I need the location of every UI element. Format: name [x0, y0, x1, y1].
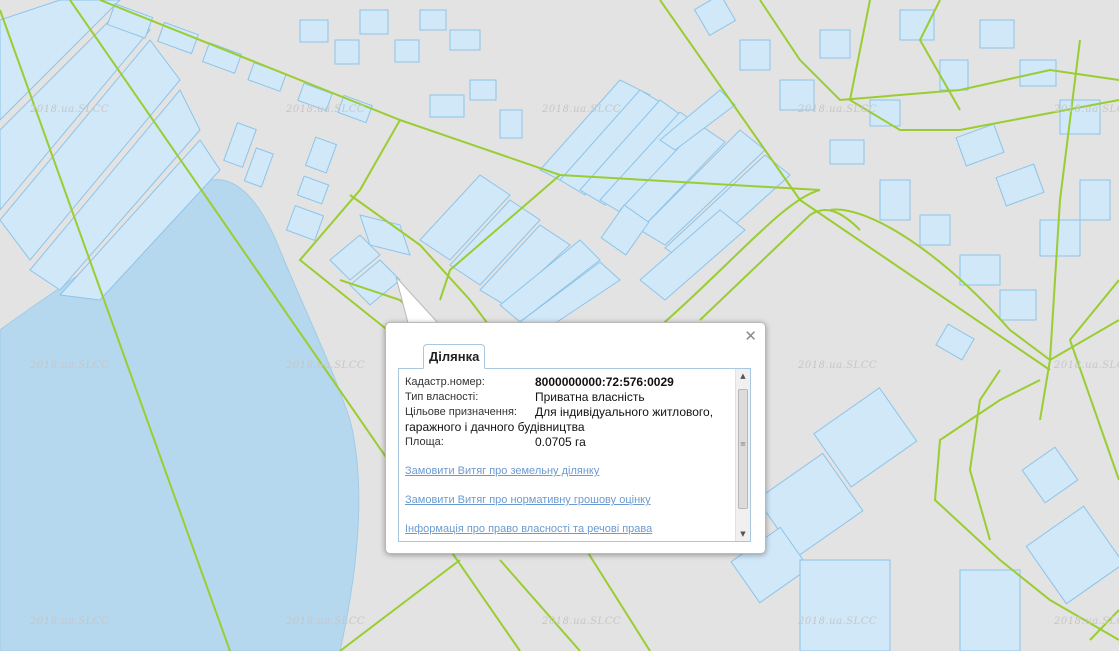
cadastral-value: 8000000000:72:576:0029 — [535, 375, 674, 389]
area-label: Площа: — [405, 436, 444, 448]
purpose-value: Для індивідуального житлового, — [535, 405, 714, 419]
popup-scrollbar[interactable]: ▲ ≡ ▼ — [735, 369, 750, 541]
ownership-info-link[interactable]: Інформація про право власності та речові… — [405, 522, 735, 537]
order-parcel-extract-link[interactable]: Замовити Витяг про земельну ділянку — [405, 464, 735, 479]
parcel-info-content: Кадастр.номер: 8000000000:72:576:0029 Ти… — [405, 375, 735, 537]
purpose-row: Цільове призначення: Для індивідуального… — [405, 405, 735, 420]
scroll-thumb[interactable]: ≡ — [738, 389, 748, 509]
ownership-label: Тип власності: — [405, 391, 479, 403]
purpose-value-continued: гаражного і дачного будівництва — [405, 420, 585, 434]
cadastral-label: Кадастр.номер: — [405, 376, 485, 388]
parcel-info-panel: Кадастр.номер: 8000000000:72:576:0029 Ти… — [398, 368, 751, 542]
popup-pointer — [395, 276, 440, 324]
tab-parcel[interactable]: Ділянка — [423, 344, 486, 369]
order-valuation-extract-link[interactable]: Замовити Витяг про нормативну грошову оц… — [405, 493, 735, 508]
area-value: 0.0705 га — [535, 435, 586, 449]
ownership-value: Приватна власність — [535, 390, 645, 404]
grip-icon: ≡ — [740, 440, 746, 448]
purpose-label: Цільове призначення: — [405, 406, 517, 418]
scroll-down-arrow-icon[interactable]: ▼ — [736, 527, 750, 541]
area-row: Площа: 0.0705 га — [405, 435, 735, 450]
ownership-row: Тип власності: Приватна власність — [405, 390, 735, 405]
scroll-up-arrow-icon[interactable]: ▲ — [736, 369, 750, 383]
close-icon[interactable]: ✕ — [744, 328, 757, 344]
parcel-info-popup: ✕ Ділянка Кадастр.номер: 8000000000:72:5… — [385, 322, 766, 554]
cadastral-row: Кадастр.номер: 8000000000:72:576:0029 — [405, 375, 735, 390]
